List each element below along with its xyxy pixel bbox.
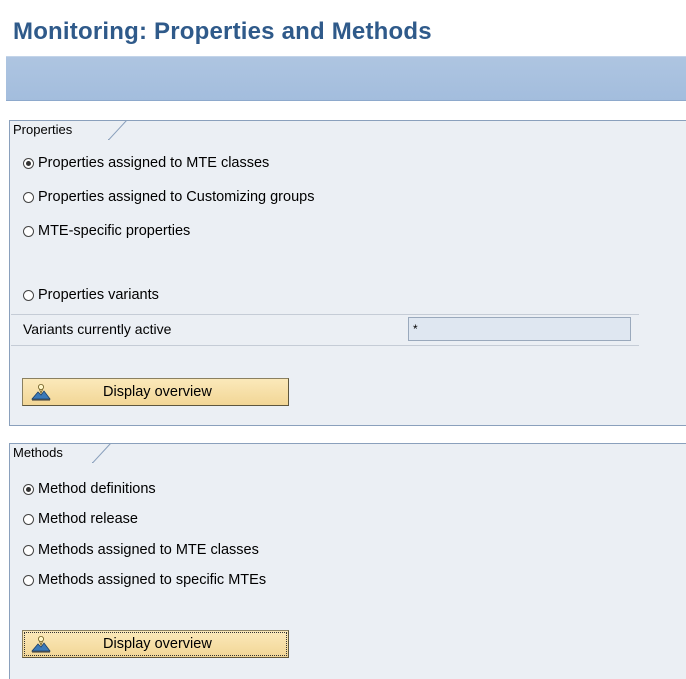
page-title: Monitoring: Properties and Methods: [13, 18, 432, 45]
methods-group: Methods Method definitions Method releas…: [9, 443, 686, 679]
radio-unselected-icon: [23, 191, 34, 203]
radio-label: Properties assigned to Customizing group…: [38, 189, 315, 205]
radio-mte-specific-properties[interactable]: MTE-specific properties: [23, 223, 190, 239]
radio-methods-specific-mtes[interactable]: Methods assigned to specific MTEs: [23, 572, 266, 588]
radio-methods-mte-classes[interactable]: Methods assigned to MTE classes: [23, 542, 259, 558]
radio-properties-customizing-groups[interactable]: Properties assigned to Customizing group…: [23, 189, 314, 205]
radio-unselected-icon: [23, 289, 34, 301]
radio-selected-icon: [23, 483, 34, 495]
radio-unselected-icon: [23, 574, 34, 586]
properties-group: Properties Properties assigned to MTE cl…: [9, 120, 686, 426]
properties-group-title: Properties: [13, 122, 73, 137]
variants-field-row: Variants currently active: [11, 314, 639, 346]
radio-method-release[interactable]: Method release: [23, 511, 138, 527]
overview-icon: [31, 384, 51, 401]
methods-group-title: Methods: [13, 445, 63, 460]
overview-icon: [31, 636, 51, 653]
button-label: Display overview: [103, 384, 212, 400]
variants-input[interactable]: [408, 317, 631, 341]
radio-properties-variants[interactable]: Properties variants: [23, 287, 159, 303]
radio-label: Properties variants: [38, 287, 159, 303]
radio-label: Methods assigned to specific MTEs: [38, 572, 267, 588]
radio-properties-mte-classes[interactable]: Properties assigned to MTE classes: [23, 155, 269, 171]
display-overview-properties-button[interactable]: Display overview: [22, 378, 289, 406]
display-overview-methods-button[interactable]: Display overview: [22, 630, 289, 658]
radio-label: Methods assigned to MTE classes: [38, 542, 259, 558]
radio-label: Method release: [38, 511, 138, 527]
radio-label: Properties assigned to MTE classes: [38, 155, 270, 171]
radio-unselected-icon: [23, 513, 34, 525]
radio-unselected-icon: [23, 225, 34, 237]
variants-field-label: Variants currently active: [23, 321, 172, 337]
radio-unselected-icon: [23, 544, 34, 556]
radio-label: MTE-specific properties: [38, 223, 191, 239]
radio-label: Method definitions: [38, 481, 156, 497]
application-toolbar: [6, 56, 686, 101]
button-label: Display overview: [103, 636, 212, 652]
radio-method-definitions[interactable]: Method definitions: [23, 481, 156, 497]
radio-selected-icon: [23, 157, 34, 169]
